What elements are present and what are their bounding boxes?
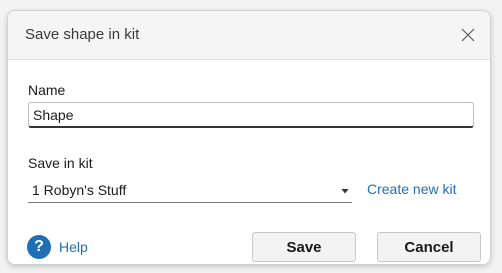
close-button[interactable]: [454, 21, 482, 49]
cancel-button[interactable]: Cancel: [377, 232, 481, 262]
dialog-title: Save shape in kit: [25, 26, 140, 43]
help-label: Help: [59, 239, 88, 255]
name-label: Name: [28, 82, 66, 98]
kit-dropdown-value: 1 Robyn's Stuff: [32, 182, 127, 198]
save-in-kit-label: Save in kit: [28, 155, 93, 171]
save-button[interactable]: Save: [252, 232, 356, 262]
chevron-down-icon: [341, 189, 349, 194]
help-icon: ?: [27, 235, 51, 259]
close-icon: [461, 28, 475, 42]
dialog-titlebar: Save shape in kit: [8, 11, 490, 60]
help-link[interactable]: ? Help: [27, 234, 88, 260]
name-input[interactable]: [28, 102, 474, 128]
dialog-body: Name Save in kit 1 Robyn's Stuff Create …: [8, 60, 490, 264]
save-shape-dialog: Save shape in kit Name Save in kit 1 Rob…: [7, 10, 491, 265]
create-new-kit-link[interactable]: Create new kit: [367, 181, 456, 197]
kit-dropdown[interactable]: 1 Robyn's Stuff: [28, 177, 352, 203]
